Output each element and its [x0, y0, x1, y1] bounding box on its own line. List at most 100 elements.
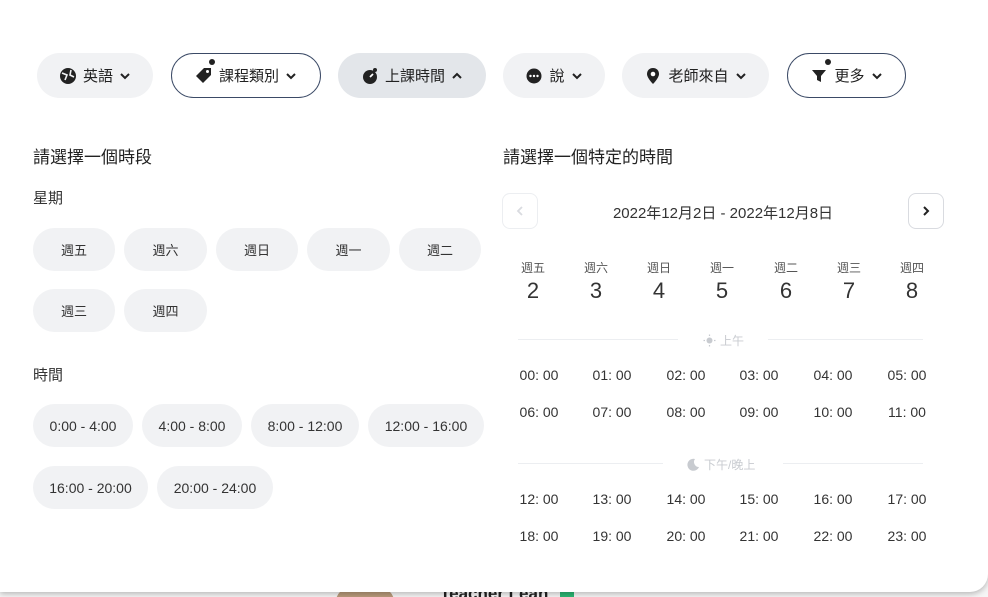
- time-slot[interactable]: 17: 00: [877, 486, 937, 512]
- day-date: 2: [526, 278, 540, 303]
- filter-language[interactable]: 英語: [37, 53, 153, 98]
- day-column: 週二 6: [761, 259, 811, 304]
- time-filter-panel: 英語 課程類別 上課時間 說 老師來自 更多 請選擇一個時段 星期 週五 週六 …: [0, 0, 988, 592]
- day-date: 4: [652, 278, 666, 303]
- time-slot[interactable]: 09: 00: [729, 399, 789, 425]
- time-slot[interactable]: 14: 00: [656, 486, 716, 512]
- time-slot[interactable]: 00: 00: [509, 362, 569, 388]
- time-range-chip[interactable]: 12:00 - 16:00: [368, 404, 484, 447]
- time-slot[interactable]: 23: 00: [877, 523, 937, 549]
- time-slot[interactable]: 22: 00: [803, 523, 863, 549]
- weekday-chip-fri[interactable]: 週五: [33, 228, 115, 271]
- filter-more[interactable]: 更多: [787, 53, 906, 98]
- chevron-down-icon: [119, 70, 131, 82]
- date-range-label: 2022年12月2日 - 2022年12月8日: [612, 205, 834, 222]
- time-slot[interactable]: 08: 00: [656, 399, 716, 425]
- next-week-button[interactable]: [908, 193, 944, 229]
- time-range-chip[interactable]: 4:00 - 8:00: [142, 404, 242, 447]
- filter-more-label: 更多: [834, 68, 865, 85]
- filter-teacher-from[interactable]: 老師來自: [622, 53, 769, 98]
- language-icon: [59, 67, 77, 85]
- chevron-down-icon: [285, 70, 297, 82]
- day-weekday: 週日: [646, 261, 671, 275]
- time-range-chip[interactable]: 0:00 - 4:00: [33, 404, 133, 447]
- time-range-chip[interactable]: 20:00 - 24:00: [157, 466, 273, 509]
- evening-period-label: 下午/晚上: [686, 456, 755, 473]
- time-slot[interactable]: 13: 00: [582, 486, 642, 512]
- time-slot[interactable]: 18: 00: [509, 523, 569, 549]
- day-column: 週五 2: [508, 259, 558, 304]
- speech-icon: [525, 67, 543, 85]
- divider: [518, 463, 663, 464]
- time-slot[interactable]: 11: 00: [877, 399, 937, 425]
- day-column: 週四 8: [887, 259, 937, 304]
- evening-label: 下午/晚上: [704, 458, 756, 472]
- active-filter-dot: [825, 59, 831, 65]
- time-slot[interactable]: 03: 00: [729, 362, 789, 388]
- day-date: 3: [589, 278, 603, 303]
- chevron-down-icon: [571, 70, 583, 82]
- weekday-chip-sat[interactable]: 週六: [124, 228, 207, 271]
- weekday-label: 星期: [33, 190, 64, 207]
- period-section-title: 請選擇一個時段: [33, 148, 152, 167]
- day-column: 週六 3: [571, 259, 621, 304]
- filter-class-time-label: 上課時間: [384, 68, 445, 85]
- weekday-chip-tue[interactable]: 週二: [399, 228, 481, 271]
- weekday-chip-thu[interactable]: 週四: [124, 289, 207, 332]
- time-slot[interactable]: 19: 00: [582, 523, 642, 549]
- chevron-down-icon: [871, 70, 883, 82]
- day-column: 週三 7: [824, 259, 874, 304]
- panel-notch: [980, 110, 988, 124]
- time-slot[interactable]: 21: 00: [729, 523, 789, 549]
- time-slot[interactable]: 01: 00: [582, 362, 642, 388]
- time-slot[interactable]: 10: 00: [803, 399, 863, 425]
- filter-course-type[interactable]: 課程類別: [171, 53, 321, 98]
- time-range-chip[interactable]: 8:00 - 12:00: [251, 404, 359, 447]
- time-slot[interactable]: 02: 00: [656, 362, 716, 388]
- filter-icon: [810, 67, 828, 85]
- prev-week-button[interactable]: [502, 193, 538, 229]
- sun-icon: [703, 334, 716, 347]
- time-slot[interactable]: 15: 00: [729, 486, 789, 512]
- day-date: 8: [905, 278, 919, 303]
- time-slot[interactable]: 12: 00: [509, 486, 569, 512]
- day-date: 7: [842, 278, 856, 303]
- filter-teacher-from-label: 老師來自: [668, 68, 729, 85]
- time-slot[interactable]: 07: 00: [582, 399, 642, 425]
- morning-period-label: 上午: [703, 332, 744, 349]
- time-range-chip[interactable]: 16:00 - 20:00: [33, 466, 148, 509]
- divider: [768, 339, 923, 340]
- morning-label: 上午: [720, 334, 745, 348]
- weekday-chip-sun[interactable]: 週日: [216, 228, 298, 271]
- specific-section-title: 請選擇一個特定的時間: [503, 148, 673, 167]
- day-date: 6: [779, 278, 793, 303]
- filter-course-type-label: 課程類別: [218, 68, 279, 85]
- active-filter-dot: [209, 59, 215, 65]
- clock-icon: [361, 67, 379, 85]
- time-slot[interactable]: 05: 00: [877, 362, 937, 388]
- time-slot[interactable]: 04: 00: [803, 362, 863, 388]
- weekday-chip-mon[interactable]: 週一: [307, 228, 390, 271]
- day-column: 週一 5: [697, 259, 747, 304]
- chevron-right-icon: [920, 205, 932, 217]
- moon-icon: [686, 458, 700, 472]
- divider: [518, 339, 678, 340]
- chevron-left-icon: [514, 205, 526, 217]
- time-slot[interactable]: 16: 00: [803, 486, 863, 512]
- day-weekday: 週五: [520, 261, 545, 275]
- filter-speaks[interactable]: 說: [503, 53, 605, 98]
- weekday-chip-wed[interactable]: 週三: [33, 289, 115, 332]
- time-label: 時間: [33, 367, 64, 384]
- filter-speaks-label: 說: [549, 68, 565, 85]
- day-weekday: 週四: [899, 261, 924, 275]
- location-pin-icon: [644, 67, 662, 85]
- chevron-up-icon: [451, 70, 463, 82]
- day-column: 週日 4: [634, 259, 684, 304]
- day-weekday: 週六: [583, 261, 608, 275]
- day-weekday: 週一: [709, 261, 734, 275]
- day-weekday: 週二: [773, 261, 798, 275]
- time-slot[interactable]: 20: 00: [656, 523, 716, 549]
- filter-language-label: 英語: [82, 68, 113, 85]
- filter-class-time[interactable]: 上課時間: [338, 53, 486, 98]
- time-slot[interactable]: 06: 00: [509, 399, 569, 425]
